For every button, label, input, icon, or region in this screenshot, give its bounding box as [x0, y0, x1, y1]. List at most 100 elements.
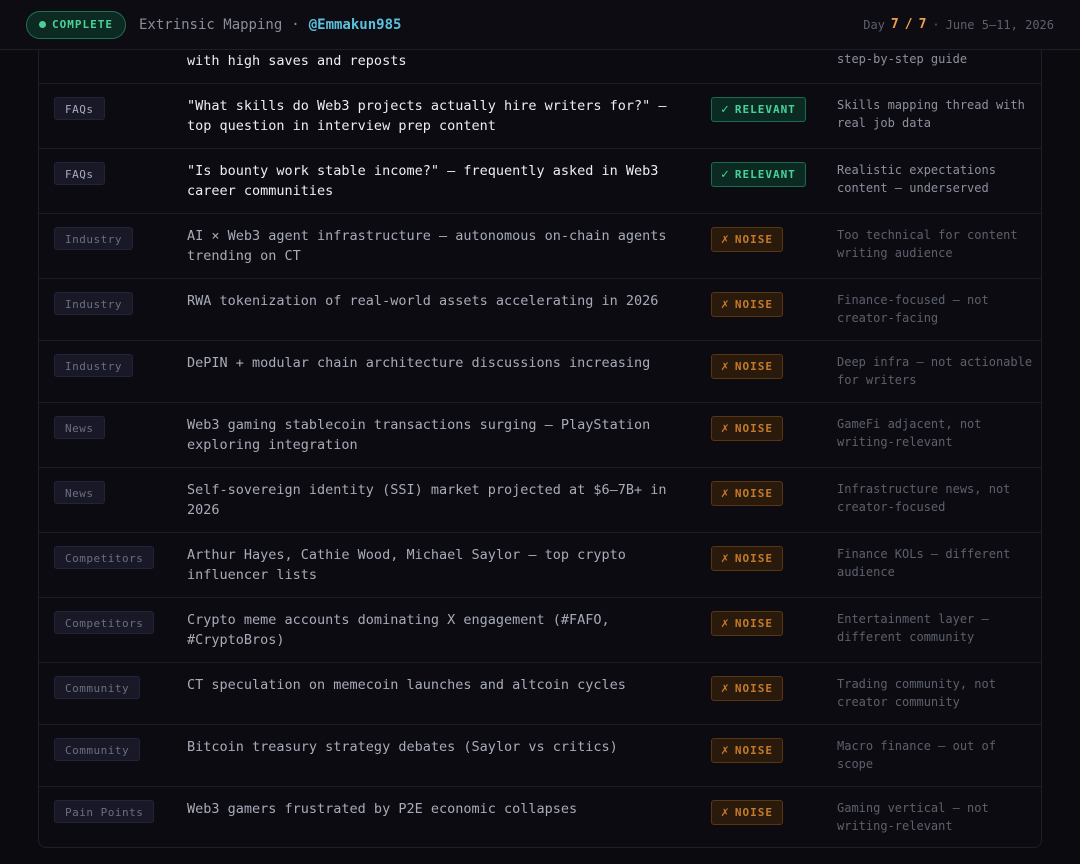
relevance-label: NOISE: [734, 552, 773, 565]
status-label: COMPLETE: [52, 18, 113, 31]
signal-text: Web3 gamers frustrated by P2E economic c…: [187, 801, 578, 817]
check-icon: ✓: [721, 102, 730, 117]
signal-text: DePIN + modular chain architecture discu…: [187, 355, 651, 371]
category-tag[interactable]: Community: [54, 738, 141, 761]
table-row: Competitors Arthur Hayes, Cathie Wood, Mi…: [39, 533, 1041, 598]
status-badge: COMPLETE: [26, 10, 126, 39]
status-dot-icon: [39, 21, 46, 28]
signals-table: with high saves and reposts step-by-step…: [38, 20, 1042, 848]
relevance-label: RELEVANT: [734, 168, 796, 181]
relevance-label: NOISE: [734, 744, 773, 757]
relevance-badge: ✓ RELEVANT: [711, 97, 806, 122]
note-text: GameFi adjacent, not writing-relevant: [837, 417, 982, 449]
table-row: FAQs "What skills do Web3 projects actual…: [39, 84, 1041, 149]
day-progress: Day 7 / 7 · June 5–11, 2026: [863, 17, 1054, 32]
category-tag[interactable]: Industry: [54, 227, 133, 250]
relevance-label: NOISE: [734, 422, 773, 435]
relevance-badge: ✗ NOISE: [711, 416, 783, 441]
table-row: FAQs "Is bounty work stable income?" — fr…: [39, 149, 1041, 214]
signal-text: Crypto meme accounts dominating X engage…: [187, 612, 610, 648]
note-text: step-by-step guide: [837, 52, 968, 66]
signal-text: AI × Web3 agent infrastructure — autonom…: [187, 228, 667, 264]
cross-icon: ✗: [721, 681, 730, 696]
cross-icon: ✗: [721, 805, 730, 820]
cross-icon: ✗: [721, 359, 730, 374]
title-separator: ·: [291, 16, 300, 33]
note-text: Skills mapping thread with real job data: [837, 98, 1025, 130]
note-text: Finance-focused — not creator-facing: [837, 293, 989, 325]
note-text: Deep infra — not actionable for writers: [837, 355, 1033, 387]
table-row: News Self-sovereign identity (SSI) market…: [39, 468, 1041, 533]
relevance-label: NOISE: [734, 298, 773, 311]
relevance-label: NOISE: [734, 487, 773, 500]
category-tag[interactable]: News: [54, 416, 105, 439]
table-row: Pain Points Web3 gamers frustrated by P2E…: [39, 787, 1041, 847]
day-total: 7: [918, 17, 927, 32]
cross-icon: ✗: [721, 551, 730, 566]
relevance-badge: ✗ NOISE: [711, 481, 783, 506]
category-tag[interactable]: FAQs: [54, 162, 105, 185]
note-text: Trading community, not creator community: [837, 677, 996, 709]
relevance-badge: ✗ NOISE: [711, 738, 783, 763]
day-slash: /: [904, 17, 913, 32]
relevance-badge: ✗ NOISE: [711, 227, 783, 252]
date-range: June 5–11, 2026: [945, 17, 1054, 32]
cross-icon: ✗: [721, 616, 730, 631]
relevance-badge: ✓ RELEVANT: [711, 162, 806, 187]
note-text: Finance KOLs — different audience: [837, 547, 1011, 579]
signal-text: CT speculation on memecoin launches and …: [187, 677, 626, 693]
relevance-badge: ✗ NOISE: [711, 676, 783, 701]
top-bar: COMPLETE Extrinsic Mapping · @Emmakun985…: [0, 0, 1080, 50]
relevance-badge: ✗ NOISE: [711, 354, 783, 379]
header-left: COMPLETE Extrinsic Mapping · @Emmakun985: [26, 10, 402, 39]
user-handle-link[interactable]: @Emmakun985: [309, 17, 402, 33]
category-tag[interactable]: Community: [54, 676, 141, 699]
note-text: Too technical for content writing audien…: [837, 228, 1018, 260]
day-label: Day: [863, 17, 885, 32]
signal-text: "Is bounty work stable income?" — freque…: [187, 163, 659, 199]
category-tag[interactable]: News: [54, 481, 105, 504]
page-title: Extrinsic Mapping: [138, 16, 283, 33]
cross-icon: ✗: [721, 232, 730, 247]
cross-icon: ✗: [721, 743, 730, 758]
relevance-label: NOISE: [734, 617, 773, 630]
relevance-badge: ✗ NOISE: [711, 611, 783, 636]
table-row: Industry DePIN + modular chain architectu…: [39, 341, 1041, 403]
signal-text: "What skills do Web3 projects actually h…: [187, 98, 667, 134]
date-separator: ·: [932, 17, 940, 32]
relevance-label: NOISE: [734, 682, 773, 695]
relevance-label: NOISE: [734, 233, 773, 246]
signal-text: Arthur Hayes, Cathie Wood, Michael Saylo…: [187, 547, 626, 583]
signal-text: Self-sovereign identity (SSI) market pro…: [187, 482, 667, 518]
category-tag[interactable]: Competitors: [54, 546, 155, 569]
table-row: Industry AI × Web3 agent infrastructure —…: [39, 214, 1041, 279]
table-row: Competitors Crypto meme accounts dominati…: [39, 598, 1041, 663]
relevance-label: NOISE: [734, 806, 773, 819]
note-text: Entertainment layer — different communit…: [837, 612, 989, 644]
table-row: Community CT speculation on memecoin laun…: [39, 663, 1041, 725]
relevance-label: RELEVANT: [734, 103, 796, 116]
category-tag[interactable]: Pain Points: [54, 800, 155, 823]
signal-text: Bitcoin treasury strategy debates (Saylo…: [187, 739, 618, 755]
category-tag[interactable]: Industry: [54, 354, 133, 377]
table-row: Industry RWA tokenization of real-world a…: [39, 279, 1041, 341]
day-current: 7: [890, 17, 899, 32]
relevance-label: NOISE: [734, 360, 773, 373]
category-tag[interactable]: Industry: [54, 292, 133, 315]
category-tag[interactable]: Competitors: [54, 611, 155, 634]
relevance-badge: ✗ NOISE: [711, 800, 783, 825]
relevance-badge: ✗ NOISE: [711, 546, 783, 571]
check-icon: ✓: [721, 167, 730, 182]
relevance-badge: ✗ NOISE: [711, 292, 783, 317]
signal-text: RWA tokenization of real-world assets ac…: [187, 293, 659, 309]
cross-icon: ✗: [721, 421, 730, 436]
cross-icon: ✗: [721, 486, 730, 501]
category-tag[interactable]: FAQs: [54, 97, 105, 120]
note-text: Infrastructure news, not creator-focused: [837, 482, 1011, 514]
note-text: Macro finance — out of scope: [837, 739, 996, 771]
signal-text: Web3 gaming stablecoin transactions surg…: [187, 417, 651, 453]
signal-text: with high saves and reposts: [187, 53, 407, 69]
table-row: Community Bitcoin treasury strategy debat…: [39, 725, 1041, 787]
note-text: Realistic expectations content — underse…: [837, 163, 996, 195]
cross-icon: ✗: [721, 297, 730, 312]
